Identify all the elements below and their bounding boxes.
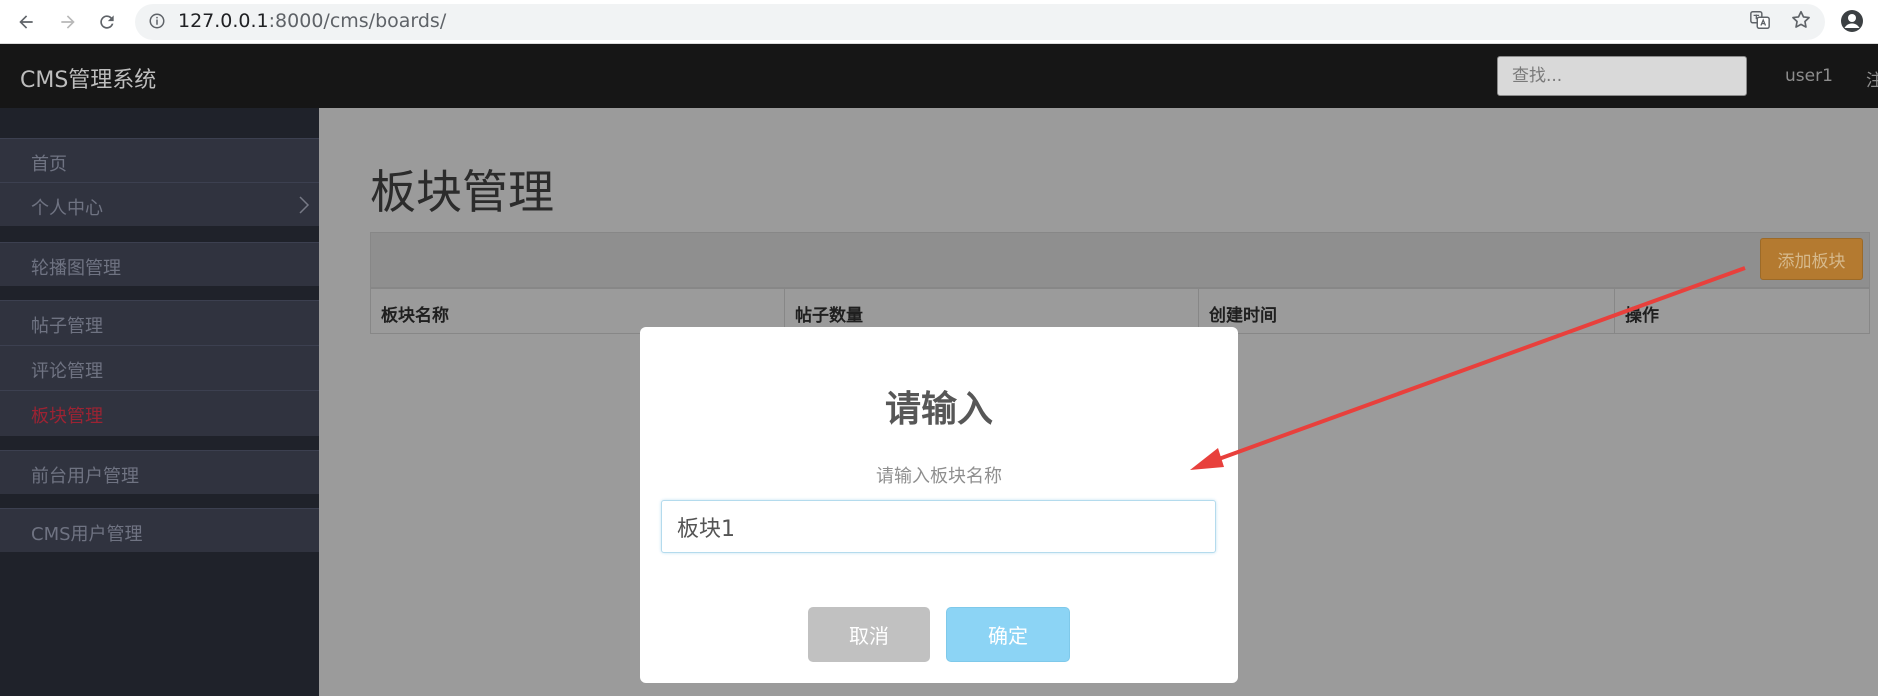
sidebar-item-label: CMS用户管理 (31, 524, 143, 545)
table-header-label: 帖子数量 (795, 306, 863, 326)
sidebar-item-label: 前台用户管理 (31, 466, 139, 487)
url-text[interactable]: 127.0.0.1:8000/cms/boards/ (178, 10, 446, 32)
user-link[interactable]: user1 (1785, 66, 1833, 86)
logout-link[interactable]: 注 (1866, 66, 1878, 91)
sidebar-item-label: 轮播图管理 (31, 258, 121, 279)
info-icon[interactable] (148, 12, 166, 30)
dialog-message: 请输入板块名称 (876, 466, 1002, 487)
forward-icon[interactable] (52, 6, 84, 38)
sidebar-item-cms-users[interactable]: CMS用户管理 (0, 508, 319, 552)
sidebar-item-label: 评论管理 (31, 361, 103, 382)
sidebar-item-boards[interactable]: 板块管理 (0, 390, 319, 434)
table-header-actions: 操作 (1615, 289, 1869, 333)
sidebar-item-label: 个人中心 (31, 198, 103, 219)
sidebar-group-banner: 轮播图管理 (0, 242, 319, 286)
sidebar-item-label: 帖子管理 (31, 316, 103, 337)
browser-toolbar: 127.0.0.1:8000/cms/boards/ (0, 0, 1878, 44)
sidebar-item-posts[interactable]: 帖子管理 (0, 300, 319, 344)
chevron-right-icon (297, 195, 311, 215)
sidebar: 首页 个人中心 轮播图管理 帖子管理 评论管理 板块管理 前台用户管理 CMS用… (0, 108, 319, 696)
url-path: :8000/cms/boards/ (268, 10, 447, 32)
sidebar-item-home[interactable]: 首页 (0, 138, 319, 182)
sidebar-item-comments[interactable]: 评论管理 (0, 345, 319, 389)
table-header-label: 创建时间 (1209, 306, 1277, 326)
profile-icon[interactable] (1840, 9, 1866, 35)
add-board-button[interactable]: 添加板块 (1760, 238, 1863, 280)
sidebar-item-label: 首页 (31, 154, 67, 175)
table-header-created: 创建时间 (1199, 289, 1615, 333)
sidebar-item-front-users[interactable]: 前台用户管理 (0, 450, 319, 494)
url-host: 127.0.0.1 (178, 10, 269, 32)
table-header-label: 板块名称 (381, 306, 449, 326)
confirm-button[interactable]: 确定 (946, 607, 1070, 662)
brand-title[interactable]: CMS管理系统 (20, 62, 156, 94)
translate-icon[interactable] (1749, 9, 1775, 35)
page-title: 板块管理 (370, 165, 554, 219)
back-icon[interactable] (10, 6, 42, 38)
sidebar-group-cms-users: CMS用户管理 (0, 508, 319, 552)
sidebar-group-main: 首页 个人中心 (0, 138, 319, 226)
cancel-button[interactable]: 取消 (808, 607, 930, 662)
sidebar-item-profile[interactable]: 个人中心 (0, 182, 319, 226)
table-header-label: 操作 (1625, 306, 1659, 326)
search-input[interactable] (1497, 56, 1747, 96)
bookmark-star-icon[interactable] (1790, 9, 1816, 35)
sidebar-item-banners[interactable]: 轮播图管理 (0, 242, 319, 286)
board-name-input[interactable] (661, 500, 1216, 553)
sidebar-group-content: 帖子管理 评论管理 板块管理 (0, 300, 319, 436)
sidebar-item-label: 板块管理 (31, 406, 103, 427)
table-toolbar (370, 232, 1870, 288)
reload-icon[interactable] (91, 6, 123, 38)
prompt-dialog: 请输入 请输入板块名称 取消 确定 (640, 327, 1238, 683)
app-header: CMS管理系统 user1 注 (0, 44, 1878, 108)
dialog-title: 请输入 (884, 389, 993, 430)
sidebar-group-front-users: 前台用户管理 (0, 450, 319, 494)
